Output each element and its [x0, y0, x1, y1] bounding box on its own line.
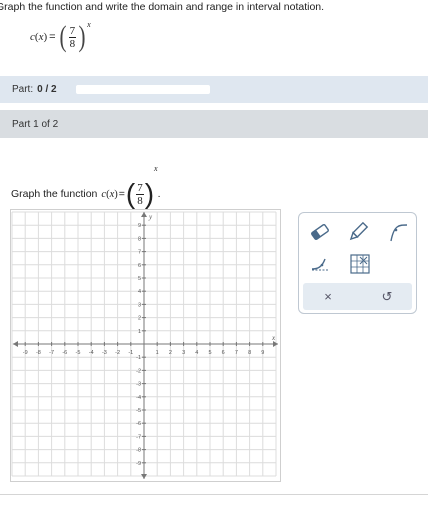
y-tick-label: -1 — [136, 355, 141, 361]
x-tick-label: -7 — [49, 350, 54, 356]
x-tick-label: -3 — [102, 350, 107, 356]
function-formula: c ( x ) = ( 7 8 ) x — [30, 20, 91, 53]
undo-button[interactable]: ↺ — [367, 283, 407, 310]
y-tick-label: -5 — [136, 408, 141, 414]
part-header: Part 1 of 2 — [0, 110, 428, 138]
x-tick-label: 1 — [156, 350, 159, 356]
progress-track — [76, 85, 210, 94]
y-tick-label: -2 — [136, 368, 141, 374]
instruction-text: Graph the function and write the domain … — [0, 1, 325, 13]
x-tick-label: -5 — [76, 350, 81, 356]
y-tick-label: 7 — [138, 250, 141, 256]
y-tick-label: 5 — [138, 276, 141, 282]
x-axis-arrow-left — [13, 341, 18, 347]
clear-button[interactable]: × — [308, 283, 348, 310]
y-tick-label: 6 — [138, 263, 141, 269]
y-tick-label: 2 — [138, 316, 141, 322]
y-tick-label: 3 — [138, 302, 141, 308]
divider — [0, 494, 428, 495]
x-tick-label: -2 — [115, 350, 120, 356]
asymptote-tool[interactable] — [307, 251, 333, 277]
exponent: x — [87, 20, 91, 29]
no-solution-grid-icon — [350, 254, 370, 274]
eraser-tool[interactable] — [307, 219, 333, 245]
exponential-curve-tool[interactable] — [385, 219, 411, 245]
asymptote-icon — [311, 258, 328, 271]
x-tick-label: 4 — [195, 350, 198, 356]
coordinate-grid[interactable]: x y -9 -8 -7 -6 -5 -4 -3 -2 -1 1 2 3 4 5 6 7 8 9 9 8 7 6 5 4 3 2 1 -1… — [11, 210, 280, 481]
y-axis-arrow-up — [141, 212, 147, 217]
x-tick-label: -4 — [89, 350, 94, 356]
exponential-curve-icon — [390, 224, 408, 242]
x-tick-label: 2 — [169, 350, 172, 356]
x-tick-label: 6 — [222, 350, 225, 356]
y-tick-label: 1 — [138, 329, 141, 335]
part-progress-bar: Part: 0 / 2 — [0, 76, 428, 103]
pencil-tool[interactable] — [345, 219, 371, 245]
question-text: Graph the function c ( x ) = ( 7 8 ) x . — [11, 164, 161, 209]
y-tick-label: -7 — [136, 434, 141, 440]
x-tick-label: -1 — [128, 350, 133, 356]
no-solution-tool[interactable] — [347, 251, 373, 277]
x-tick-label: -8 — [36, 350, 41, 356]
eraser-icon — [311, 224, 329, 240]
graph-toolbox: × ↺ — [298, 212, 417, 314]
question-formula: c ( x ) = ( 7 8 ) x . — [101, 164, 161, 209]
y-tick-label: -4 — [136, 395, 141, 401]
x-tick-label: 9 — [261, 350, 264, 356]
x-tick-label: 3 — [182, 350, 185, 356]
y-tick-label: 4 — [138, 289, 141, 295]
fraction: 7 8 — [68, 24, 77, 50]
x-tick-label: -6 — [62, 350, 67, 356]
x-tick-label: -9 — [23, 350, 28, 356]
pencil-icon — [349, 221, 369, 241]
toolbox-actions: × ↺ — [303, 283, 412, 310]
y-tick-label: -9 — [136, 461, 141, 467]
part-progress-value: 0 / 2 — [37, 84, 57, 95]
y-tick-label: 8 — [138, 236, 141, 242]
x-axis-label: x — [271, 334, 276, 342]
x-tick-label: 7 — [235, 350, 238, 356]
x-tick-label: 8 — [248, 350, 251, 356]
graph-area[interactable]: x y -9 -8 -7 -6 -5 -4 -3 -2 -1 1 2 3 4 5 6 7 8 9 9 8 7 6 5 4 3 2 1 -1… — [10, 209, 281, 482]
y-tick-label: -3 — [136, 382, 141, 388]
y-tick-label: -6 — [136, 421, 141, 427]
x-tick-label: 5 — [208, 350, 211, 356]
y-axis-label: y — [148, 213, 153, 221]
y-tick-label: -8 — [136, 448, 141, 454]
y-tick-label: 9 — [138, 223, 141, 229]
